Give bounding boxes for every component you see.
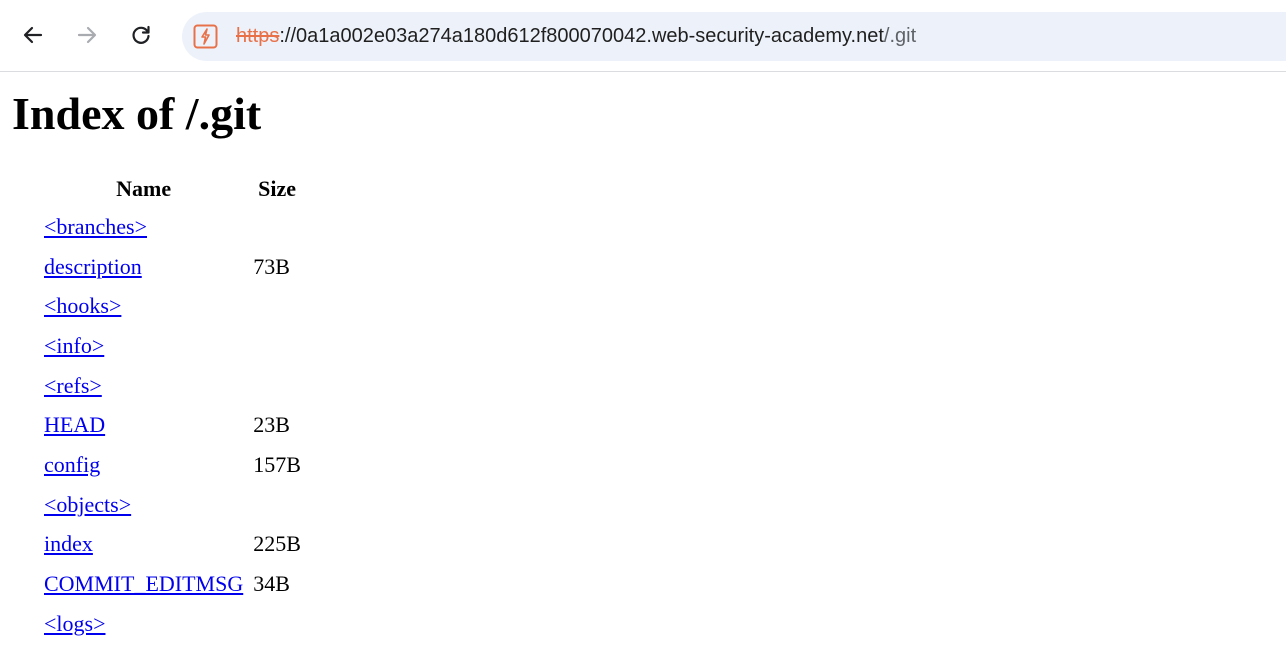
address-bar[interactable]: https://0a1a002e03a274a180d612f800070042…	[182, 12, 1286, 61]
page-content: Index of /.git Name Size <branches> desc…	[0, 87, 1286, 644]
directory-link-refs[interactable]: <refs>	[44, 373, 102, 398]
file-link-head[interactable]: HEAD	[44, 412, 105, 437]
file-size	[253, 604, 301, 644]
file-size: 23B	[253, 412, 290, 438]
table-row: <refs>	[44, 366, 301, 406]
table-row: <branches>	[44, 207, 301, 247]
reload-icon	[132, 25, 150, 44]
table-row: <info>	[44, 326, 301, 366]
forward-button[interactable]	[69, 17, 105, 53]
directory-listing-table: Name Size <branches> description 73B <ho…	[34, 171, 311, 644]
file-link-description[interactable]: description	[44, 254, 142, 279]
file-size	[253, 326, 301, 366]
reload-button[interactable]	[123, 17, 159, 53]
file-size	[253, 207, 301, 247]
table-row: description 73B	[44, 247, 301, 287]
table-row: HEAD 23B	[44, 405, 301, 445]
back-button[interactable]	[15, 17, 51, 53]
column-header-size: Size	[258, 176, 297, 201]
file-size: 225B	[253, 531, 301, 557]
file-size	[253, 485, 301, 525]
url-host: ://0a1a002e03a274a180d612f800070042.web-…	[279, 25, 884, 47]
table-row: COMMIT_EDITMSG 34B	[44, 564, 301, 604]
file-size: 157B	[253, 451, 301, 477]
url-scheme: https	[236, 25, 280, 47]
file-size: 73B	[253, 253, 290, 279]
table-row: <objects>	[44, 485, 301, 525]
url-path: /.git	[883, 25, 917, 47]
file-size	[253, 286, 301, 326]
directory-link-objects[interactable]: <objects>	[44, 492, 131, 517]
directory-link-logs[interactable]: <logs>	[44, 611, 106, 636]
table-row: <logs>	[44, 604, 301, 644]
site-lightning-icon	[193, 24, 218, 49]
table-row: <hooks>	[44, 286, 301, 326]
directory-link-branches[interactable]: <branches>	[44, 214, 147, 239]
page-title: Index of /.git	[12, 88, 262, 139]
file-link-commit-editmsg[interactable]: COMMIT_EDITMSG	[44, 571, 243, 596]
directory-link-hooks[interactable]: <hooks>	[44, 293, 121, 318]
table-row: config 157B	[44, 445, 301, 485]
browser-toolbar: https://0a1a002e03a274a180d612f800070042…	[0, 0, 1286, 72]
column-header-name: Name	[116, 176, 172, 201]
file-link-config[interactable]: config	[44, 452, 100, 477]
file-link-index[interactable]: index	[44, 531, 93, 556]
arrow-right-icon	[77, 26, 97, 44]
table-header-row: Name Size	[44, 171, 301, 207]
directory-link-info[interactable]: <info>	[44, 333, 104, 358]
table-row: index 225B	[44, 525, 301, 565]
file-size	[253, 366, 301, 406]
arrow-left-icon	[23, 26, 43, 44]
url-text[interactable]: https://0a1a002e03a274a180d612f800070042…	[236, 12, 916, 61]
file-size: 34B	[253, 571, 290, 597]
